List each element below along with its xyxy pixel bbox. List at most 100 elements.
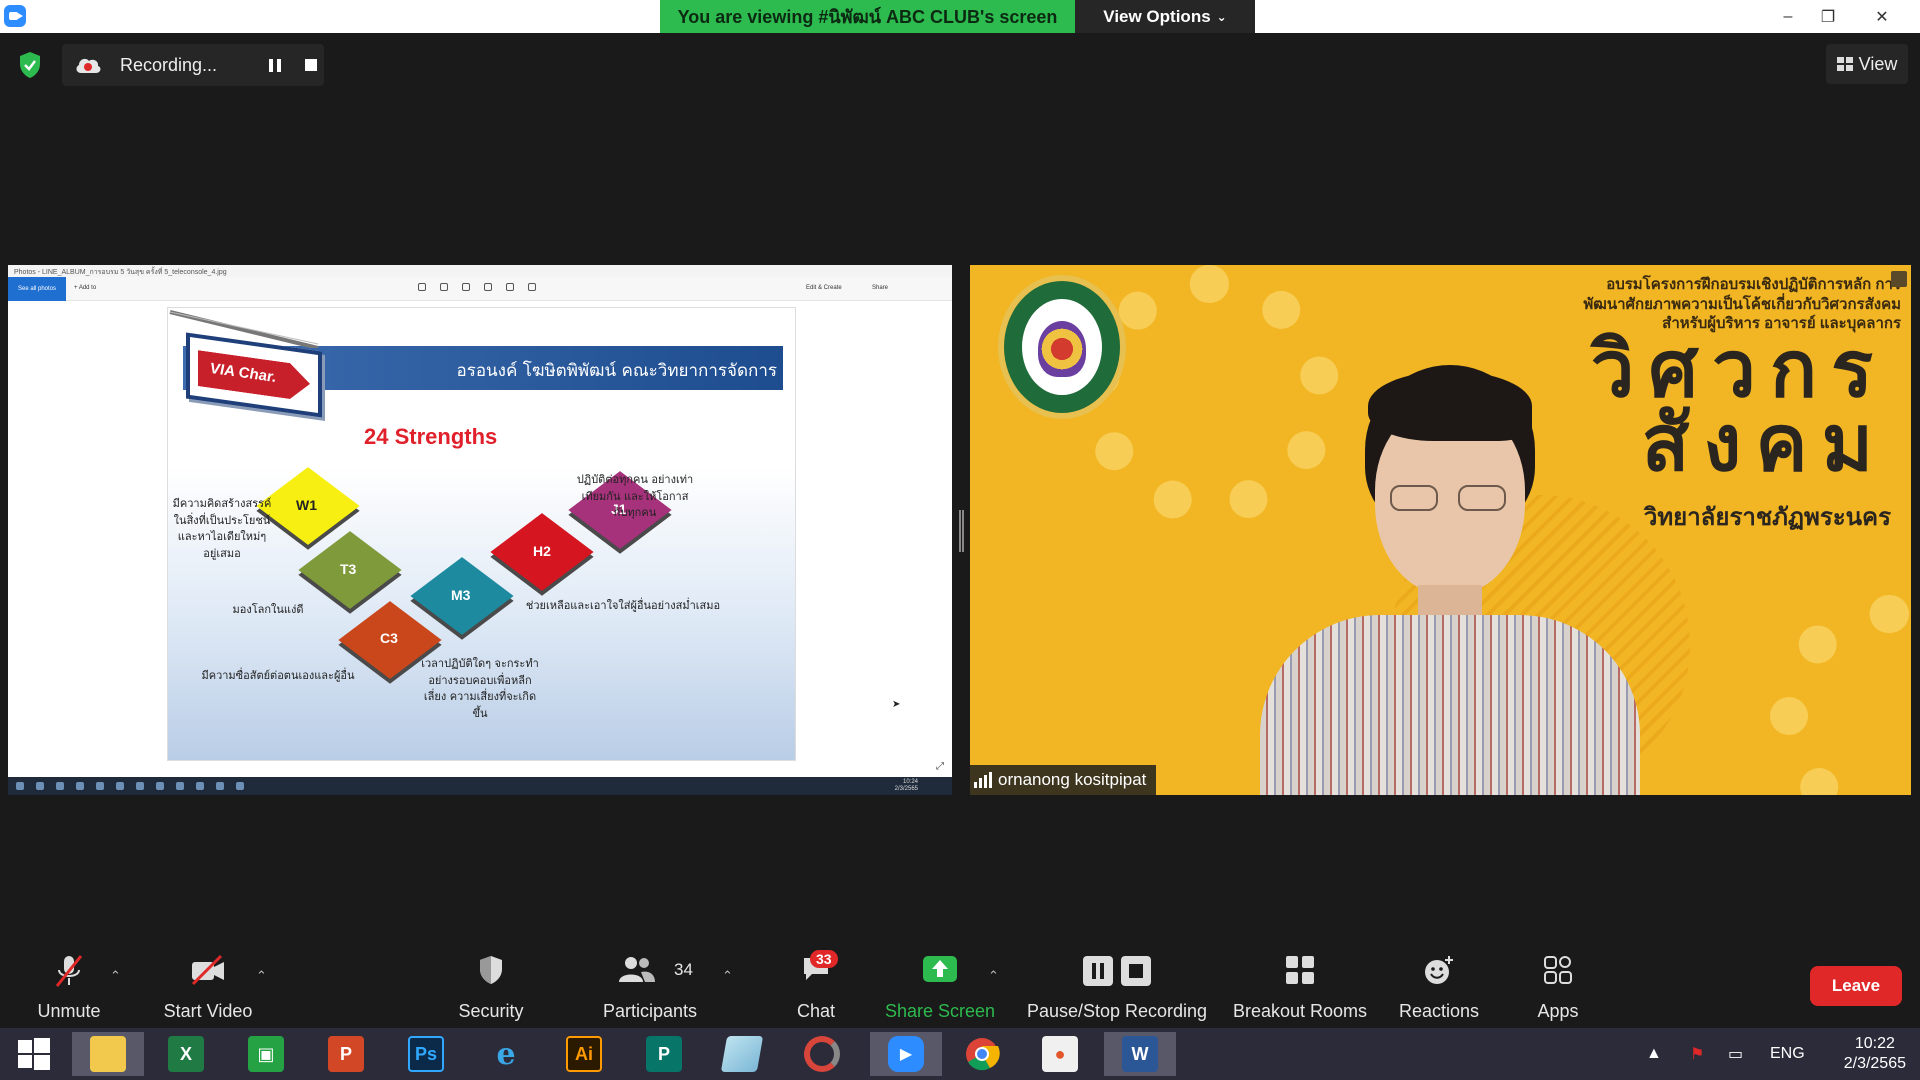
chrome-icon bbox=[966, 1038, 1000, 1071]
folder-icon bbox=[90, 1036, 126, 1072]
taskbar-word[interactable]: W bbox=[1104, 1032, 1176, 1076]
note-c3: มีความซื่อสัตย์ต่อตนเองและผู้อื่น bbox=[201, 669, 355, 682]
chevron-down-icon: ⌄ bbox=[1216, 9, 1227, 24]
word-icon: W bbox=[1122, 1036, 1158, 1072]
breakout-rooms-label: Breakout Rooms bbox=[1232, 1001, 1368, 1021]
presentation-slide: อรอนงค์ โฆษิตพิพัฒน์ คณะวิทยาการจัดการ V… bbox=[167, 307, 796, 761]
system-time: 10:22 bbox=[1854, 1035, 1895, 1052]
taskbar-photos-app[interactable]: ● bbox=[1030, 1032, 1090, 1076]
taskbar-photoscape[interactable] bbox=[792, 1032, 852, 1076]
expand-icon: ⤢ bbox=[936, 761, 944, 772]
zoom-logo-icon bbox=[4, 5, 26, 27]
video-options-icon[interactable] bbox=[1891, 271, 1907, 287]
system-date: 2/3/2565 bbox=[1843, 1055, 1906, 1072]
restore-icon: ❐ bbox=[1820, 8, 1836, 26]
view-button[interactable]: View bbox=[1826, 44, 1908, 84]
start-video-label: Start Video bbox=[163, 1001, 253, 1021]
view-options-button[interactable]: View Options ⌄ bbox=[1075, 0, 1255, 33]
grid-view-icon bbox=[1836, 57, 1853, 71]
illustrator-icon: Ai bbox=[566, 1036, 602, 1072]
participant-name-tag: ornanong kositpipat bbox=[970, 765, 1157, 795]
taskbar-illustrator[interactable]: Ai bbox=[554, 1032, 614, 1076]
chat-label: Chat bbox=[796, 1001, 836, 1021]
network-icon[interactable]: ▭ bbox=[1728, 1028, 1743, 1080]
pause-recording-button[interactable] bbox=[265, 55, 285, 75]
microphone-muted-icon bbox=[55, 955, 83, 987]
taskbar-excel[interactable]: X bbox=[156, 1032, 216, 1076]
view-options-label: View Options bbox=[1103, 6, 1211, 26]
system-clock[interactable]: 10:22 2/3/2565 bbox=[1844, 1034, 1906, 1074]
camera-off-icon bbox=[191, 954, 224, 986]
windows-logo-icon bbox=[18, 1038, 50, 1070]
glasses-icon bbox=[1390, 485, 1510, 511]
share-screen-button[interactable]: Share Screen bbox=[882, 948, 998, 1028]
shared-taskbar-time: 10:24 bbox=[902, 779, 918, 785]
language-indicator[interactable]: ENG bbox=[1770, 1028, 1805, 1080]
participants-caret-icon[interactable]: ⌃ bbox=[722, 968, 736, 983]
taskbar-notes-app[interactable] bbox=[712, 1032, 772, 1076]
participants-button[interactable]: 34 Participants bbox=[596, 948, 704, 1028]
zoom-app-icon: ▶ bbox=[888, 1036, 924, 1072]
taskbar-photoshop[interactable]: Ps bbox=[396, 1032, 456, 1076]
taskbar-store[interactable]: ▣ bbox=[236, 1032, 296, 1076]
encryption-shield-icon[interactable] bbox=[14, 47, 46, 83]
participant-person bbox=[1260, 365, 1640, 795]
photos-toolbar-icons bbox=[418, 283, 536, 291]
participant-video[interactable]: อบรมโครงการฝึกอบรมเชิงปฏิบัติการหลัก การ… bbox=[970, 265, 1911, 795]
apps-icon bbox=[1544, 956, 1572, 984]
gear-icon bbox=[1770, 595, 1911, 795]
show-hidden-icons-button[interactable]: ▲ bbox=[1646, 1028, 1662, 1080]
leave-button[interactable]: Leave bbox=[1810, 966, 1902, 1006]
participants-count: 34 bbox=[674, 960, 693, 979]
shared-taskbar-icons bbox=[16, 782, 244, 790]
chat-button[interactable]: 33 Chat bbox=[780, 948, 852, 1028]
apps-button[interactable]: Apps bbox=[1528, 948, 1588, 1028]
pause-stop-label: Pause/Stop Recording bbox=[1026, 1001, 1208, 1021]
chevron-up-icon: ▲ bbox=[1646, 1045, 1662, 1062]
taskbar-zoom[interactable]: ▶ bbox=[870, 1032, 942, 1076]
share-screen-caret-icon[interactable]: ⌃ bbox=[988, 968, 1002, 983]
video-options-caret-icon[interactable]: ⌃ bbox=[256, 968, 270, 983]
reactions-button[interactable]: Reactions bbox=[1394, 948, 1484, 1028]
cloud-recording-icon bbox=[74, 55, 102, 75]
participants-icon bbox=[619, 957, 656, 982]
taskbar-publisher[interactable]: P bbox=[634, 1032, 694, 1076]
security-button[interactable]: Security bbox=[448, 948, 534, 1028]
tile-m3-label: M3 bbox=[451, 587, 471, 603]
university-seal-icon bbox=[998, 275, 1126, 419]
security-label: Security bbox=[458, 1001, 524, 1021]
breakout-rooms-icon bbox=[1286, 956, 1314, 984]
close-window-button[interactable]: ✕ bbox=[1862, 0, 1902, 33]
photos-app-title: Photos - LINE_ALBUM_การอบรม 5 วันสุข ครั… bbox=[8, 265, 952, 277]
powerpoint-icon: P bbox=[328, 1036, 364, 1072]
participant-name: ornanong kositpipat bbox=[998, 770, 1147, 789]
see-all-photos-button: See all photos bbox=[8, 277, 66, 301]
split-view-handle[interactable] bbox=[959, 510, 964, 552]
minimize-icon: – bbox=[1783, 7, 1793, 25]
photos-share-button: Share bbox=[872, 285, 889, 291]
taskbar-powerpoint[interactable]: P bbox=[316, 1032, 376, 1076]
action-center-flag-icon[interactable]: ⚑ bbox=[1690, 1028, 1704, 1080]
start-video-button[interactable]: Start Video bbox=[158, 948, 258, 1028]
restore-button[interactable]: ❐ bbox=[1808, 0, 1848, 33]
breakout-rooms-button[interactable]: Breakout Rooms bbox=[1230, 948, 1370, 1028]
audio-options-caret-icon[interactable]: ⌃ bbox=[110, 968, 124, 983]
note-m3: เวลาปฏิบัติใดๆ จะกระทำ อย่างรอบคอบเพื่อห… bbox=[421, 657, 539, 720]
smiley-plus-icon bbox=[1425, 956, 1453, 984]
start-button[interactable] bbox=[4, 1032, 64, 1076]
taskbar-file-explorer[interactable] bbox=[72, 1032, 144, 1076]
chat-unread-badge: 33 bbox=[810, 950, 838, 968]
pause-stop-recording-button[interactable]: Pause/Stop Recording bbox=[1026, 948, 1208, 1028]
stop-recording-button[interactable] bbox=[305, 59, 318, 71]
tile-w1-label: W1 bbox=[296, 497, 317, 513]
recording-status: Recording... bbox=[120, 54, 218, 75]
shared-screen[interactable]: Photos - LINE_ALBUM_การอบรม 5 วันสุข ครั… bbox=[8, 265, 952, 795]
minimize-button[interactable]: – bbox=[1768, 0, 1808, 33]
shared-taskbar: 10:24 2/3/2565 bbox=[8, 777, 952, 795]
internet-explorer-icon: e bbox=[496, 1036, 516, 1072]
taskbar-internet-explorer[interactable]: e bbox=[476, 1032, 536, 1076]
participants-label: Participants bbox=[602, 1001, 698, 1021]
taskbar-chrome[interactable] bbox=[952, 1032, 1012, 1076]
unmute-button[interactable]: Unmute bbox=[20, 948, 118, 1028]
meeting-toolbar: Unmute ⌃ Start Video ⌃ Security 34 Parti… bbox=[0, 948, 1920, 1028]
